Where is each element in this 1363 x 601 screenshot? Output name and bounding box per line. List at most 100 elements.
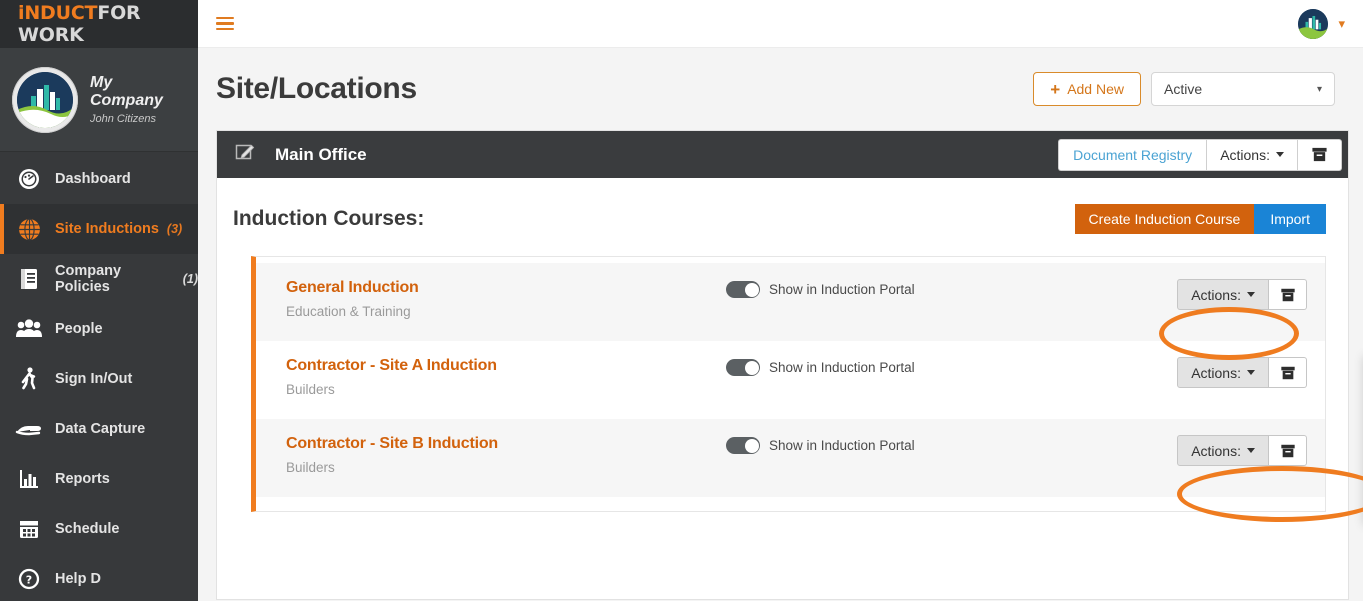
page-header-actions: + Add New Active ▾ <box>1033 72 1335 106</box>
course-name[interactable]: Contractor - Site A Induction <box>286 357 726 375</box>
course-category: Builders <box>286 460 335 475</box>
archive-button[interactable] <box>1298 138 1342 171</box>
site-card-body: Induction Courses: Create Induction Cour… <box>217 178 1348 512</box>
course-info: General Induction Education & Training <box>286 279 726 319</box>
company-profile[interactable]: My Company John Citizens <box>0 48 198 152</box>
show-in-portal-toggle[interactable] <box>726 281 760 298</box>
sidebar-item-people[interactable]: People <box>0 304 198 354</box>
company-logo-graphic <box>17 71 73 128</box>
course-category: Education & Training <box>286 304 411 319</box>
create-induction-course-label: Create Induction Course <box>1088 211 1241 227</box>
course-row: Contractor - Site B Induction Builders S… <box>256 419 1325 497</box>
chevron-down-icon[interactable]: ▾ <box>1338 16 1345 32</box>
archive-box-icon <box>1280 366 1295 379</box>
company-name: My Company <box>90 73 163 109</box>
main-content: ▾ Site/Locations + Add New Active ▾ Main… <box>198 0 1363 601</box>
course-actions: Actions: <box>1177 357 1307 388</box>
plus-icon: + <box>1050 79 1061 99</box>
course-actions: Actions: <box>1177 435 1307 466</box>
sidebar-item-company-policies[interactable]: Company Policies (1) <box>0 254 198 304</box>
course-info: Contractor - Site A Induction Builders <box>286 357 726 397</box>
sidebar-item-help-desk[interactable]: ? Help D <box>0 554 198 601</box>
course-actions-label: Actions: <box>1191 286 1241 303</box>
avatar[interactable] <box>1298 8 1329 39</box>
course-actions-label: Actions: <box>1191 442 1241 459</box>
import-label: Import <box>1270 211 1310 227</box>
brand-logo[interactable]: iNDUCTFOR WORK <box>0 0 198 48</box>
course-name[interactable]: General Induction <box>286 279 726 297</box>
sidebar-item-site-inductions[interactable]: Site Inductions (3) <box>0 204 198 254</box>
dashboard-icon <box>14 166 44 192</box>
status-filter-select[interactable]: Active ▾ <box>1151 72 1335 106</box>
course-list: General Induction Education & Training S… <box>251 256 1326 512</box>
calendar-icon <box>14 516 44 542</box>
course-info: Contractor - Site B Induction Builders <box>286 435 726 475</box>
import-button[interactable]: Import <box>1254 204 1326 234</box>
toggle-knob <box>744 282 759 297</box>
show-in-portal-label: Show in Induction Portal <box>769 438 915 453</box>
sidebar-item-sign-in-out[interactable]: Sign In/Out <box>0 354 198 404</box>
show-in-portal-toggle-group: Show in Induction Portal <box>726 279 915 298</box>
section-title: Induction Courses: <box>233 207 425 230</box>
site-actions-label: Actions: <box>1220 146 1270 163</box>
add-new-label: Add New <box>1067 81 1124 97</box>
globe-icon <box>14 216 44 242</box>
hamburger-icon[interactable] <box>216 14 234 34</box>
app-root: iNDUCTFOR WORK My Company John Citizens … <box>0 0 1363 601</box>
brand-part-1: iNDUCT <box>18 2 98 24</box>
course-actions-label: Actions: <box>1191 364 1241 381</box>
page-title: Site/Locations <box>216 72 417 105</box>
edit-pencil-icon[interactable] <box>235 142 255 167</box>
site-card-header-actions: Document Registry Actions: <box>1058 138 1342 171</box>
induction-courses-section-header: Induction Courses: Create Induction Cour… <box>233 204 1326 234</box>
company-meta: My Company John Citizens <box>90 74 186 125</box>
company-logo <box>12 66 78 133</box>
sidebar-nav: Dashboard Site Inductions (3) Company Po… <box>0 152 198 601</box>
course-category: Builders <box>286 382 335 397</box>
toggle-knob <box>744 360 759 375</box>
sidebar-item-data-capture[interactable]: Data Capture <box>0 404 198 454</box>
top-bar-right: ▾ <box>1298 8 1345 39</box>
avatar-image <box>1298 8 1329 39</box>
status-filter-value: Active <box>1164 81 1203 97</box>
show-in-portal-toggle[interactable] <box>726 359 760 376</box>
course-actions-button[interactable]: Actions: <box>1177 279 1269 310</box>
site-actions-button[interactable]: Actions: <box>1206 138 1298 171</box>
create-induction-course-button[interactable]: Create Induction Course <box>1074 204 1255 234</box>
sidebar-item-reports[interactable]: Reports <box>0 454 198 504</box>
top-bar: ▾ <box>198 0 1363 48</box>
brand-text: iNDUCTFOR WORK <box>18 2 198 46</box>
sidebar-item-label: Reports <box>55 471 110 487</box>
sidebar-item-label: Help D <box>55 571 101 587</box>
course-archive-button[interactable] <box>1269 279 1307 310</box>
hamburger-bar <box>216 27 234 31</box>
toggle-knob <box>744 438 759 453</box>
course-row: Contractor - Site A Induction Builders S… <box>256 341 1325 419</box>
course-name[interactable]: Contractor - Site B Induction <box>286 435 726 453</box>
course-archive-button[interactable] <box>1269 435 1307 466</box>
sidebar-item-label: Sign In/Out <box>55 371 133 387</box>
course-row: General Induction Education & Training S… <box>256 263 1325 341</box>
sidebar-item-label: Dashboard <box>55 171 131 187</box>
show-in-portal-label: Show in Induction Portal <box>769 360 915 375</box>
course-archive-button[interactable] <box>1269 357 1307 388</box>
sidebar-item-dashboard[interactable]: Dashboard <box>0 154 198 204</box>
show-in-portal-toggle-group: Show in Induction Portal <box>726 357 915 376</box>
archive-box-icon <box>1280 288 1295 301</box>
caret-down-icon <box>1247 370 1255 375</box>
add-new-button[interactable]: + Add New <box>1033 72 1141 106</box>
document-registry-label: Document Registry <box>1073 146 1193 163</box>
show-in-portal-toggle[interactable] <box>726 437 760 454</box>
svg-text:?: ? <box>26 574 32 587</box>
course-actions-button[interactable]: Actions: <box>1177 435 1269 466</box>
document-registry-button[interactable]: Document Registry <box>1058 138 1207 171</box>
show-in-portal-label: Show in Induction Portal <box>769 282 915 297</box>
sidebar-item-schedule[interactable]: Schedule <box>0 504 198 554</box>
site-card-header: Main Office Document Registry Actions: <box>217 131 1348 178</box>
sidebar-item-label: Site Inductions <box>55 221 159 237</box>
sidebar-item-count: (3) <box>166 222 183 236</box>
caret-down-icon <box>1247 292 1255 297</box>
chevron-down-icon: ▾ <box>1316 83 1322 95</box>
course-actions-button[interactable]: Actions: <box>1177 357 1269 388</box>
city-leaf-logo-icon <box>17 71 73 128</box>
